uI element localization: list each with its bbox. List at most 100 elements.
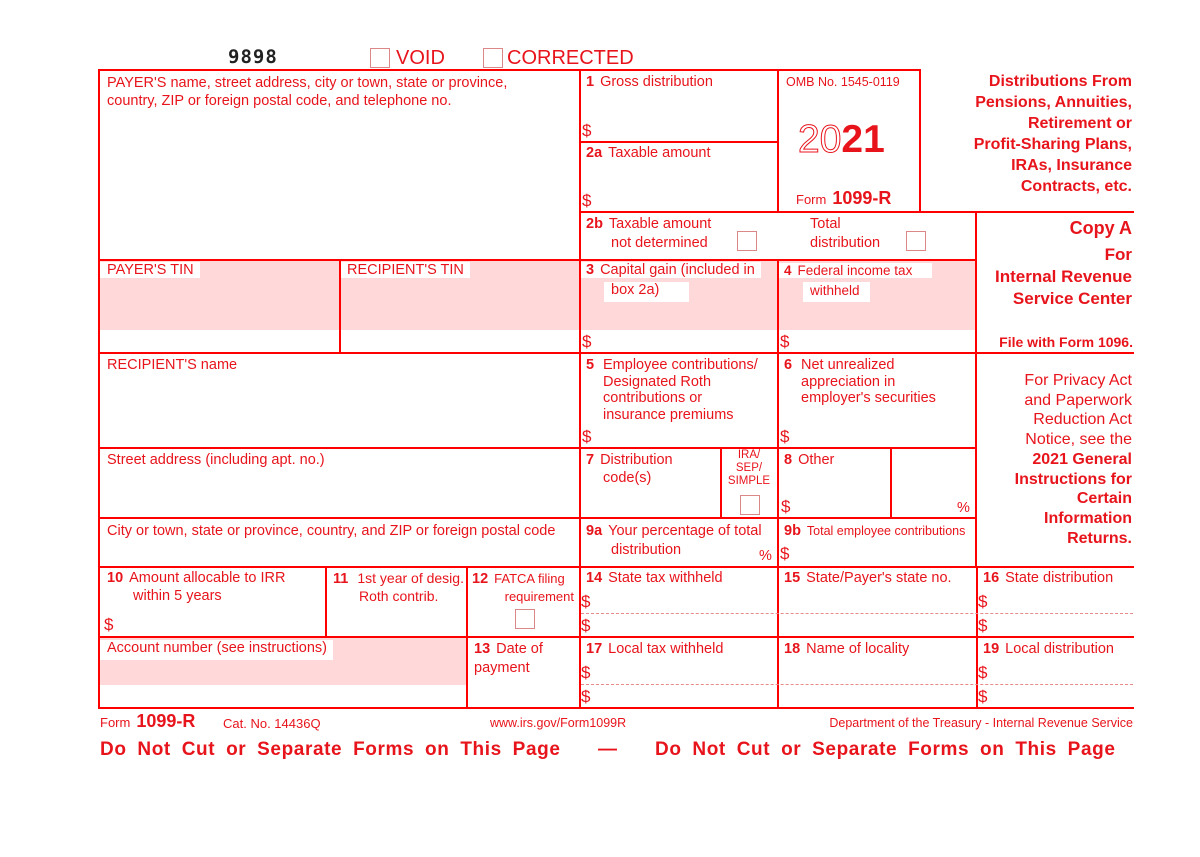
box14-dollar-2: $ <box>581 616 591 635</box>
box2a-field[interactable] <box>595 165 775 210</box>
box11-field[interactable] <box>328 606 464 635</box>
ira-checkbox[interactable] <box>740 495 760 515</box>
recipient-tin-field[interactable] <box>341 282 578 351</box>
box6-label: 6 Net unrealized appreciation in employer'… <box>784 357 936 406</box>
col-777-mid <box>777 259 779 568</box>
account-field[interactable] <box>100 660 465 706</box>
copy-block: Copy A For Internal Revenue Service Cent… <box>980 217 1132 310</box>
box10-label-2: within 5 years <box>133 588 222 604</box>
line-353 <box>98 352 1134 354</box>
form-code: 9898 <box>228 46 278 68</box>
total-dist-label-1: Total <box>810 216 841 232</box>
box18-field-2[interactable] <box>780 686 974 706</box>
box3-label-2: box 2a) <box>604 282 690 302</box>
box2b-checkbox[interactable] <box>737 231 757 251</box>
line-636 <box>98 636 1134 638</box>
box17-field-1[interactable] <box>595 661 775 683</box>
box4-label-2: withheld <box>803 282 870 302</box>
box9a-label: 9a Your percentage of total <box>586 523 762 539</box>
box9b-label: 9b Total employee contributions <box>784 523 966 539</box>
account-label: Account number (see instructions) <box>100 640 334 660</box>
line-box1-bottom <box>579 141 779 143</box>
box17-label: 17 Local tax withheld <box>586 641 724 657</box>
box16-field-1[interactable] <box>992 590 1132 612</box>
box13-field[interactable] <box>469 680 577 706</box>
box8-dollar: $ <box>781 497 791 516</box>
box9a-label-2: distribution <box>611 542 682 558</box>
box10-field[interactable] <box>118 606 323 635</box>
box6-field[interactable] <box>793 410 973 446</box>
corrected-checkbox[interactable] <box>483 48 503 68</box>
recipient-name-label: RECIPIENT'S name <box>107 357 238 373</box>
box4-dollar: $ <box>780 332 790 351</box>
box16-dollar-1: $ <box>978 592 988 611</box>
payer-tin-field[interactable] <box>100 282 338 351</box>
box15-field-2[interactable] <box>780 615 974 635</box>
box9b-field[interactable] <box>793 542 973 564</box>
total-dist-label-2: distribution <box>810 235 881 251</box>
box17-field-2[interactable] <box>595 686 775 706</box>
void-checkbox[interactable] <box>370 48 390 68</box>
street-label: Street address (including apt. no.) <box>107 452 325 468</box>
col-890 <box>890 447 892 518</box>
fatca-checkbox[interactable] <box>515 609 535 629</box>
footer-dash: — <box>598 739 617 760</box>
city-label: City or town, state or province, country… <box>107 523 556 539</box>
recipient-tin-label: RECIPIENT'S TIN <box>341 262 470 279</box>
box4-field[interactable] <box>793 305 973 351</box>
void-label: VOID <box>396 47 445 69</box>
box3-dollar: $ <box>582 332 592 351</box>
box10-label: 10 Amount allocable to IRR <box>107 570 286 586</box>
box19-field-1[interactable] <box>992 661 1132 683</box>
box16-dollar-2: $ <box>978 616 988 635</box>
box1-label: 1 Gross distribution <box>586 74 713 90</box>
box14-field-2[interactable] <box>595 615 775 635</box>
omb-right <box>919 69 921 212</box>
tax-year: 2021 <box>797 118 885 162</box>
box8-field[interactable] <box>795 472 888 516</box>
box8-percent-field[interactable] <box>893 450 953 516</box>
payer-name-field[interactable] <box>100 112 578 258</box>
box18-field-1[interactable] <box>780 661 974 683</box>
street-field[interactable] <box>100 472 578 516</box>
box5-dollar: $ <box>582 427 592 446</box>
city-field[interactable] <box>100 543 578 565</box>
box3-field[interactable] <box>595 305 775 351</box>
corrected-label: CORRECTED <box>507 47 634 69</box>
privacy-notice: For Privacy Act and Paperwork Reduction A… <box>1014 372 1132 547</box>
box3-label: 3 Capital gain (included in <box>581 262 761 279</box>
box16-label: 16 State distribution <box>983 570 1114 586</box>
box9a-percent: % <box>759 548 772 564</box>
tax-year-bold: 21 <box>841 118 885 161</box>
box19-dollar-2: $ <box>978 687 988 706</box>
border-top <box>98 69 921 71</box>
footer-form-title: Form 1099-R <box>100 711 196 731</box>
box8-percent: % <box>957 500 970 516</box>
box2b-label-2: not determined <box>611 235 708 251</box>
box7-field[interactable] <box>582 490 718 516</box>
box5-field[interactable] <box>595 425 775 446</box>
box19-field-2[interactable] <box>992 686 1132 706</box>
box1-field[interactable] <box>595 95 775 140</box>
footer-warning-left: Do Not Cut or Separate Forms on This Pag… <box>100 739 561 760</box>
box4-label: 4 Federal income tax <box>779 262 933 280</box>
box19-label: 19 Local distribution <box>983 641 1114 657</box>
box5-label: 5 Employee contributions/Designated Roth… <box>586 357 758 423</box>
total-dist-checkbox[interactable] <box>906 231 926 251</box>
box14-field-1[interactable] <box>595 590 775 612</box>
border-bottom <box>98 707 1134 709</box>
box16-field-2[interactable] <box>992 615 1132 635</box>
box9a-field[interactable] <box>690 540 756 564</box>
box15-field-1[interactable] <box>780 590 974 612</box>
box9b-dollar: $ <box>780 544 790 563</box>
box13-label: 13 Date of <box>474 641 543 657</box>
box12-label: 12 FATCA filing <box>472 571 565 587</box>
recipient-name-field[interactable] <box>100 376 578 446</box>
box1-dollar: $ <box>582 121 592 140</box>
box8-label: 8 Other <box>784 452 835 468</box>
tax-year-outline: 20 <box>797 118 842 162</box>
box2b-label: 2b Taxable amount <box>586 216 712 232</box>
line-447 <box>98 447 977 449</box>
box14-label: 14 State tax withheld <box>586 570 723 586</box>
col-975 <box>975 211 977 568</box>
